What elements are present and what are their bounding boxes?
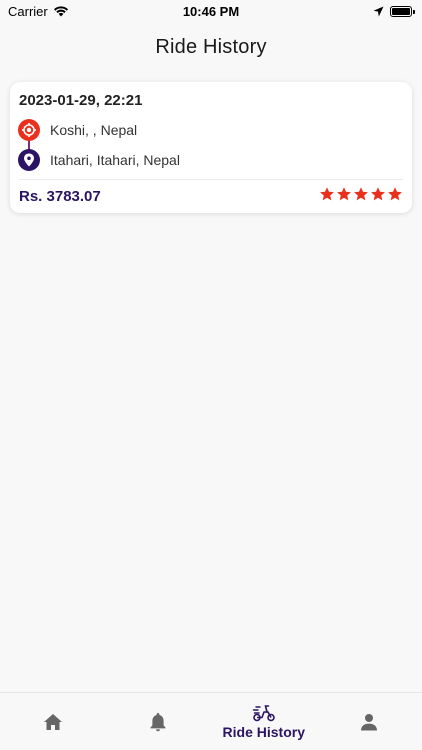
bell-icon — [150, 712, 166, 731]
location-arrow-icon — [373, 6, 384, 16]
star-icon — [337, 187, 351, 201]
scooter-icon — [252, 704, 275, 721]
home-icon — [43, 713, 62, 730]
ride-card[interactable]: 2023-01-29, 22:21 Koshi, , Nepal Itahari… — [10, 82, 412, 213]
dropoff-location-row: Itahari, Itahari, Nepal — [18, 149, 180, 171]
nav-ride-history-label: Ride History — [222, 723, 305, 740]
status-bar: Carrier 10:46 PM — [0, 0, 422, 22]
card-divider — [19, 179, 403, 180]
status-right — [373, 5, 415, 17]
page-title: Ride History — [155, 36, 267, 58]
status-time: 10:46 PM — [182, 3, 240, 19]
battery-icon — [390, 5, 415, 17]
pickup-location-row: Koshi, , Nepal — [18, 119, 137, 141]
star-icon — [371, 187, 385, 201]
user-icon — [361, 713, 378, 730]
ride-fare: Rs. 3783.07 — [19, 188, 101, 205]
star-icon — [354, 187, 368, 201]
map-pin-icon — [18, 149, 40, 171]
star-icon — [388, 187, 402, 201]
pickup-location-text: Koshi, , Nepal — [50, 122, 138, 138]
nav-home[interactable] — [0, 693, 106, 750]
nav-profile[interactable] — [317, 693, 422, 750]
nav-notifications[interactable] — [106, 693, 212, 750]
bottom-nav: Ride History — [0, 692, 422, 750]
pickup-target-icon — [18, 119, 40, 141]
dropoff-location-text: Itahari, Itahari, Nepal — [50, 152, 180, 168]
nav-ride-history[interactable]: Ride History — [211, 693, 317, 750]
rating-stars — [319, 186, 403, 202]
star-icon — [320, 187, 334, 201]
ride-datetime: 2023-01-29, 22:21 — [19, 92, 143, 109]
